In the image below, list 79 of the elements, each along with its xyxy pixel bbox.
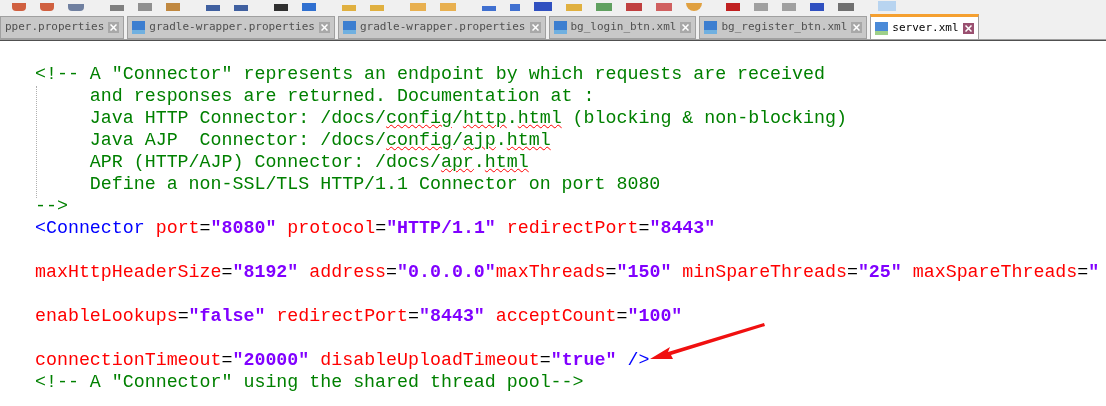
code-token: config bbox=[386, 130, 452, 150]
code-token: maxThreads bbox=[495, 262, 606, 282]
code-token: html bbox=[484, 152, 529, 172]
code-token: "8080" bbox=[210, 218, 277, 238]
code-token: /> bbox=[626, 350, 650, 370]
code-token: --> bbox=[35, 196, 68, 216]
code-token: " bbox=[1088, 262, 1100, 282]
code-token: . bbox=[495, 130, 507, 150]
toolbar-button[interactable] bbox=[12, 3, 26, 11]
code-token: = bbox=[177, 306, 189, 326]
code-token: <Connector bbox=[35, 218, 145, 238]
code-token: "100" bbox=[627, 306, 683, 326]
code-token: html bbox=[517, 108, 562, 128]
code-token: minSpareThreads bbox=[681, 262, 847, 282]
code-token: "false" bbox=[188, 306, 266, 326]
code-token: = bbox=[375, 218, 387, 238]
file-tab[interactable]: bg_register_btn.xml bbox=[699, 16, 868, 39]
code-token: "8192" bbox=[232, 262, 299, 282]
close-icon[interactable] bbox=[851, 22, 863, 33]
code-token: protocol bbox=[286, 218, 376, 238]
code-token: = bbox=[221, 350, 233, 370]
code-token: . bbox=[473, 152, 485, 172]
code-token: acceptCount bbox=[494, 306, 617, 326]
code-token: = bbox=[539, 350, 551, 370]
code-token: = bbox=[199, 218, 211, 238]
file-tab[interactable]: gradle-wrapper.properties bbox=[337, 16, 546, 39]
code-token: ajp bbox=[462, 130, 496, 150]
code-token: port bbox=[154, 218, 200, 238]
close-icon[interactable] bbox=[680, 22, 692, 33]
code-token: = bbox=[616, 306, 628, 326]
code-token: / bbox=[451, 108, 463, 128]
code-token: = bbox=[846, 262, 858, 282]
code-token: = bbox=[221, 262, 233, 282]
close-icon[interactable] bbox=[529, 22, 541, 33]
code-token: redirectPort bbox=[275, 306, 409, 326]
code-token: config bbox=[386, 108, 452, 128]
code-token: Java AJP Connector: /docs/ bbox=[88, 130, 387, 150]
toolbar-button[interactable] bbox=[40, 3, 54, 11]
file-tab[interactable]: pper.properties bbox=[0, 16, 125, 39]
file-tab[interactable]: server.xml bbox=[870, 14, 979, 39]
code-token: = bbox=[408, 306, 419, 326]
toolbar-button[interactable] bbox=[68, 4, 84, 11]
code-token: Define a non-SSL/TLS HTTP/1.1 Connector on port 8080 bbox=[88, 174, 661, 194]
code-token: APR (HTTP/AJP) Connector: /docs/ bbox=[88, 152, 441, 172]
close-icon[interactable] bbox=[962, 22, 974, 34]
code-token: (blocking & non-blocking) bbox=[571, 108, 847, 128]
code-token: "25" bbox=[857, 262, 902, 282]
code-token: "150" bbox=[616, 262, 672, 282]
code-token: address bbox=[308, 262, 387, 282]
code-token: "8443" bbox=[649, 218, 716, 238]
close-icon[interactable] bbox=[108, 22, 120, 33]
toolbar-button[interactable] bbox=[686, 3, 702, 11]
code-token: and responses are returned. Documentation at : bbox=[88, 86, 595, 106]
code-token: enableLookups bbox=[35, 306, 178, 326]
file-tab[interactable]: gradle-wrapper.properties bbox=[127, 16, 335, 39]
code-token: connectionTimeout bbox=[35, 350, 222, 370]
code-token: "20000" bbox=[232, 350, 310, 370]
code-token: "HTTP/1.1" bbox=[386, 218, 496, 238]
code-token: "true" bbox=[550, 350, 617, 370]
code-token: / bbox=[451, 130, 463, 150]
code-token: = bbox=[386, 262, 398, 282]
file-tab[interactable]: bg_login_btn.xml bbox=[548, 16, 697, 39]
code-token: "8443" bbox=[419, 306, 485, 326]
code-token: = bbox=[605, 262, 617, 282]
code-token: html bbox=[506, 130, 551, 150]
code-token: = bbox=[1077, 262, 1089, 282]
code-token: "0.0.0.0" bbox=[397, 262, 496, 282]
code-token: maxHttpHeaderSize bbox=[35, 262, 222, 282]
code-token: Java HTTP Connector: /docs/ bbox=[88, 108, 387, 128]
code-token: <!-- A "Connector" using the shared thread pool--> bbox=[35, 372, 584, 392]
code-token: apr bbox=[440, 152, 474, 172]
code-token: = bbox=[638, 218, 650, 238]
code-token: <!-- A "Connector" represents an endpoint by which requests are received bbox=[35, 64, 825, 84]
code-token: . bbox=[506, 108, 518, 128]
code-token: redirectPort bbox=[505, 218, 639, 238]
close-icon[interactable] bbox=[318, 22, 330, 33]
code-token: maxSpareThreads bbox=[911, 262, 1078, 282]
code-token: http bbox=[462, 108, 507, 128]
code-token: disableUploadTimeout bbox=[319, 350, 540, 370]
